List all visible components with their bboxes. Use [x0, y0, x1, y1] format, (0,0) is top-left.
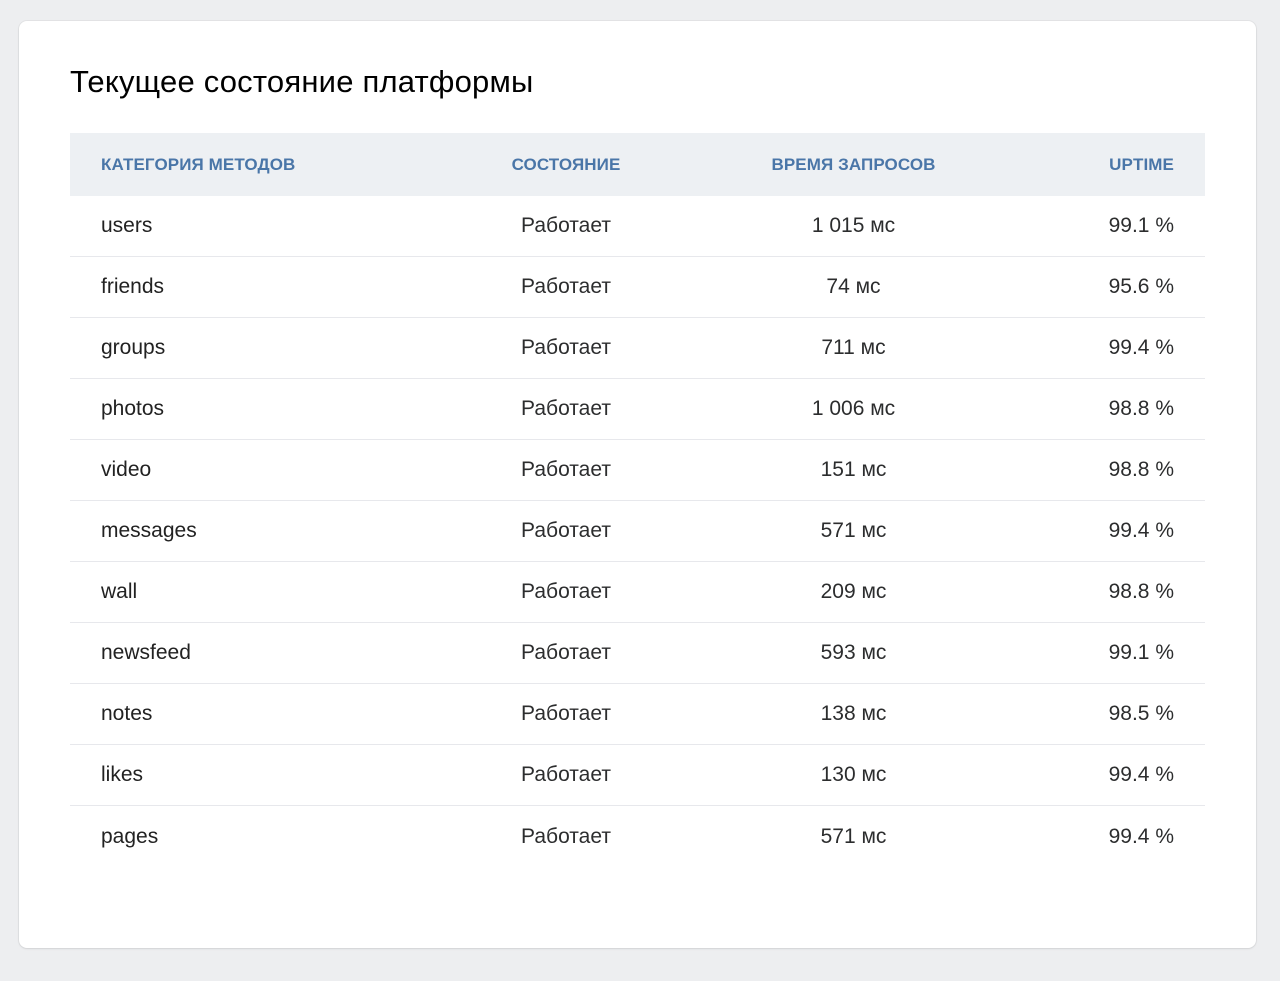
platform-status-card: Текущее состояние платформы Категория ме…: [19, 21, 1256, 948]
table-row: groups Работает 711 мс 99.4 %: [70, 318, 1205, 379]
method-status: Работает: [521, 641, 611, 664]
uptime-value: 98.5 %: [1108, 702, 1174, 725]
request-time: 130 мс: [820, 763, 887, 786]
table-row: messages Работает 571 мс 99.4 %: [70, 501, 1205, 562]
method-category: newsfeed: [101, 641, 191, 664]
method-category: likes: [101, 763, 144, 786]
method-category: photos: [101, 397, 165, 420]
request-time: 593 мс: [820, 641, 887, 664]
header-time: Время запросов: [771, 154, 936, 174]
status-table: Категория методов Состояние Время запрос…: [70, 133, 1205, 867]
method-category: video: [101, 458, 152, 481]
page-footer: [0, 960, 1280, 981]
table-row: wall Работает 209 мс 98.8 %: [70, 562, 1205, 623]
method-status: Работает: [521, 458, 611, 481]
uptime-value: 99.4 %: [1108, 519, 1174, 542]
uptime-value: 99.1 %: [1108, 214, 1174, 237]
header-uptime: Uptime: [1109, 154, 1174, 174]
header-status: Состояние: [511, 154, 621, 174]
method-category: wall: [101, 580, 138, 603]
table-row: likes Работает 130 мс 99.4 %: [70, 745, 1205, 806]
request-time: 571 мс: [820, 824, 887, 848]
method-status: Работает: [521, 763, 611, 786]
table-row: video Работает 151 мс 98.8 %: [70, 440, 1205, 501]
uptime-value: 99.1 %: [1108, 641, 1174, 664]
uptime-value: 99.4 %: [1108, 763, 1174, 786]
request-time: 1 006 мс: [811, 397, 896, 420]
method-category: pages: [101, 824, 159, 848]
uptime-value: 98.8 %: [1108, 397, 1174, 420]
method-status: Работает: [521, 824, 611, 848]
method-status: Работает: [521, 519, 611, 542]
uptime-value: 99.4 %: [1108, 336, 1174, 359]
method-status: Работает: [521, 275, 611, 298]
table-row: notes Работает 138 мс 98.5 %: [70, 684, 1205, 745]
method-status: Работает: [521, 336, 611, 359]
request-time: 138 мс: [820, 702, 887, 725]
page-title: Текущее состояние платформы: [70, 64, 534, 99]
table-row: users Работает 1 015 мс 99.1 %: [70, 196, 1205, 257]
header-category: Категория методов: [101, 154, 296, 174]
table-header: Категория методов Состояние Время запрос…: [70, 133, 1205, 196]
uptime-value: 99.4 %: [1108, 824, 1174, 848]
method-status: Работает: [521, 702, 611, 725]
method-status: Работает: [521, 580, 611, 603]
table-row: pages Работает 571 мс 99.4 %: [70, 806, 1205, 867]
method-status: Работает: [521, 214, 611, 237]
request-time: 571 мс: [820, 519, 887, 542]
request-time: 151 мс: [820, 458, 887, 481]
request-time: 711 мс: [821, 336, 886, 359]
request-time: 1 015 мс: [811, 214, 896, 237]
method-status: Работает: [521, 397, 611, 420]
method-category: users: [101, 214, 153, 237]
method-category: messages: [101, 519, 197, 542]
method-category: friends: [101, 275, 165, 298]
uptime-value: 95.6 %: [1108, 275, 1174, 298]
table-row: newsfeed Работает 593 мс 99.1 %: [70, 623, 1205, 684]
method-category: notes: [101, 702, 153, 725]
uptime-value: 98.8 %: [1108, 580, 1174, 603]
uptime-value: 98.8 %: [1108, 458, 1174, 481]
table-row: friends Работает 74 мс 95.6 %: [70, 257, 1205, 318]
table-row: photos Работает 1 006 мс 98.8 %: [70, 379, 1205, 440]
request-time: 209 мс: [820, 580, 887, 603]
request-time: 74 мс: [826, 275, 881, 298]
method-category: groups: [101, 336, 166, 359]
